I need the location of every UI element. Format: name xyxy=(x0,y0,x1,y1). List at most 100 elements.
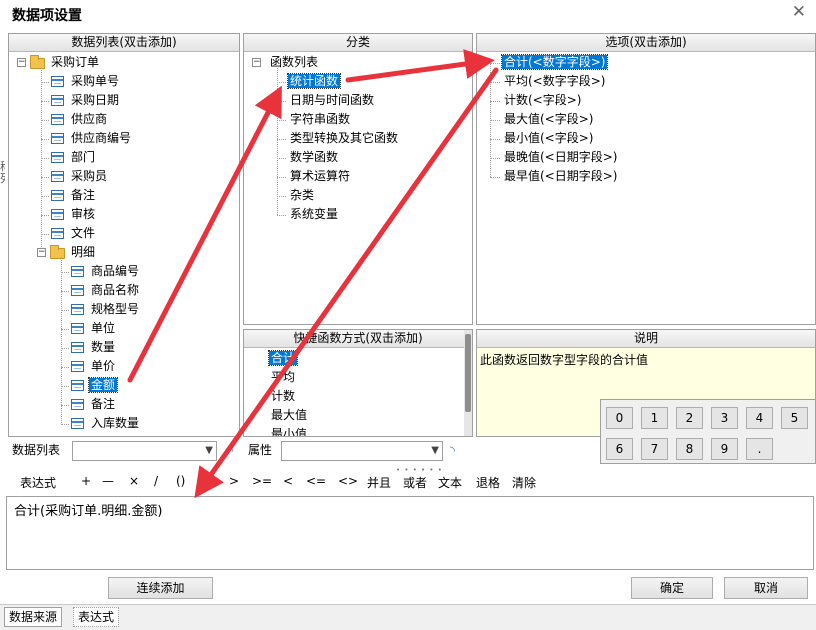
field-list-panel: 数据列表(双击添加) − 采购订单 采购单号 采购日期 供应商 供应商编号 部门 采购员 备注审… xyxy=(8,33,240,437)
fast-function-item[interactable]: 计数 xyxy=(269,387,297,406)
keypad-key[interactable]: 4 xyxy=(746,407,773,429)
option-item-label: 最小值(<字段>) xyxy=(504,131,594,145)
option-item[interactable]: 最早值(<日期字段>) xyxy=(502,167,619,186)
category-item[interactable]: 字符串函数 xyxy=(288,110,352,129)
refresh-icon[interactable]: ◝ xyxy=(228,444,233,459)
fast-function-scrollbar[interactable] xyxy=(464,330,472,436)
collapse-icon[interactable]: − xyxy=(37,248,46,257)
tree-root-purchase-order[interactable]: 采购订单 xyxy=(30,53,101,72)
tree-item-detail-field-label: 单价 xyxy=(91,359,116,373)
tree-line xyxy=(41,139,49,140)
operator-button[interactable]: + xyxy=(81,474,91,488)
tree-line xyxy=(277,66,278,215)
operator-button[interactable]: <> xyxy=(338,474,358,488)
tree-item-field[interactable]: 审核 xyxy=(51,205,97,224)
tree-item-detail-field[interactable]: 单位 xyxy=(71,319,117,338)
tab-data-source[interactable]: 数据来源 xyxy=(4,607,63,627)
operator-button[interactable]: 并且 xyxy=(367,474,391,491)
fast-function-panel: 快捷函数方式(双击添加) 合计 平均 计数 最大值 最小值 xyxy=(243,329,473,437)
option-item[interactable]: 最小值(<字段>) xyxy=(502,129,595,148)
tree-line xyxy=(61,272,69,273)
category-panel: 分类 − 函数列表 统计函数 日期与时间函数 字符串函数 类型转换及其它函数 数学函数 算术运… xyxy=(243,33,473,325)
operator-button[interactable]: > xyxy=(229,474,239,488)
tree-line xyxy=(61,310,69,311)
tree-item-field[interactable]: 供应商 xyxy=(51,110,109,129)
keypad-key[interactable]: 2 xyxy=(676,407,703,429)
keypad-key[interactable]: 5 xyxy=(781,407,808,429)
collapse-icon[interactable]: − xyxy=(252,58,261,67)
property-select[interactable]: ▼ xyxy=(281,441,443,461)
tree-item-detail-field[interactable]: 金额 xyxy=(71,376,119,395)
tree-item-detail-field[interactable]: 单价 xyxy=(71,357,117,376)
option-item[interactable]: 最晚值(<日期字段>) xyxy=(502,148,619,167)
keypad-key[interactable]: 1 xyxy=(641,407,668,429)
operator-button[interactable]: >= xyxy=(252,474,272,488)
tree-item-field[interactable]: 采购员 xyxy=(51,167,109,186)
ok-button[interactable]: 确定 xyxy=(631,577,713,599)
category-item[interactable]: 算术运算符 xyxy=(288,167,352,186)
tree-item-detail-field[interactable]: 数量 xyxy=(71,338,117,357)
tree-item-detail-field[interactable]: 入库数量 xyxy=(71,414,141,433)
operator-button[interactable]: 文本 xyxy=(438,474,462,491)
operator-button[interactable]: × xyxy=(129,474,139,488)
operator-button[interactable]: 或者 xyxy=(403,474,427,491)
close-icon[interactable]: ✕ xyxy=(792,2,806,22)
option-item[interactable]: 计数(<字段>) xyxy=(502,91,583,110)
option-item[interactable]: 最大值(<字段>) xyxy=(502,110,595,129)
field-icon xyxy=(71,361,84,372)
tree-item-field-label: 采购单号 xyxy=(71,74,120,88)
option-item[interactable]: 平均(<数字字段>) xyxy=(502,72,607,91)
keypad-key[interactable]: 8 xyxy=(676,438,703,460)
tree-item-field[interactable]: 备注 xyxy=(51,186,97,205)
tree-item-field[interactable]: 采购单号 xyxy=(51,72,121,91)
operator-button[interactable]: — xyxy=(102,474,114,488)
fast-function-item[interactable]: 最大值 xyxy=(269,406,309,425)
tree-item-field[interactable]: 部门 xyxy=(51,148,97,167)
keypad-key[interactable]: 6 xyxy=(606,438,633,460)
operator-button[interactable]: < xyxy=(283,474,293,488)
tree-item-detail-field[interactable]: 商品编号 xyxy=(71,262,141,281)
collapse-icon[interactable]: − xyxy=(17,58,26,67)
expression-editor[interactable]: 合计(采购订单.明细.金额) xyxy=(6,496,814,570)
tree-item-field[interactable]: 采购日期 xyxy=(51,91,121,110)
continuous-add-button[interactable]: 连续添加 xyxy=(108,577,213,599)
tab-expression[interactable]: 表达式 xyxy=(73,607,120,627)
fast-function-item[interactable]: 平均 xyxy=(269,368,297,387)
keypad-key[interactable]: . xyxy=(746,438,773,460)
tree-item-field[interactable]: 供应商编号 xyxy=(51,129,133,148)
category-item[interactable]: 系统变量 xyxy=(288,205,340,224)
tree-item-detail-field-label: 金额 xyxy=(87,377,119,393)
tree-item-field[interactable]: 文件 xyxy=(51,224,97,243)
tree-item-detail-field[interactable]: 商品名称 xyxy=(71,281,141,300)
operator-button[interactable]: / xyxy=(154,474,158,488)
cancel-button[interactable]: 取消 xyxy=(724,577,808,599)
splitter-grip[interactable]: • • • • • • xyxy=(396,466,443,474)
operator-button[interactable]: <= xyxy=(306,474,326,488)
tree-line xyxy=(277,82,286,83)
scrollbar-thumb[interactable] xyxy=(465,334,471,412)
category-item[interactable]: 类型转换及其它函数 xyxy=(288,129,400,148)
datalist-select[interactable]: ▼ xyxy=(72,441,217,461)
category-item[interactable]: 日期与时间函数 xyxy=(288,91,376,110)
chevron-down-icon: ▼ xyxy=(431,445,439,456)
fast-function-item[interactable]: 合计 xyxy=(267,349,299,368)
category-item[interactable]: 统计函数 xyxy=(286,72,342,91)
operator-button[interactable]: () xyxy=(176,474,185,488)
category-item[interactable]: 杂类 xyxy=(288,186,316,205)
fast-function-item[interactable]: 最小值 xyxy=(269,425,309,436)
tree-item-detail-field[interactable]: 规格型号 xyxy=(71,300,141,319)
tree-group-detail[interactable]: 明细 xyxy=(50,243,97,262)
keypad-key[interactable]: 7 xyxy=(641,438,668,460)
option-item[interactable]: 合计(<数字字段>) xyxy=(500,53,609,72)
category-item[interactable]: 数学函数 xyxy=(288,148,340,167)
keypad-key[interactable]: 3 xyxy=(711,407,738,429)
keypad-key[interactable]: 9 xyxy=(711,438,738,460)
option-item-label: 最晚值(<日期字段>) xyxy=(504,150,618,164)
operator-button[interactable]: 退格 xyxy=(476,474,500,491)
operator-button[interactable]: 清除 xyxy=(512,474,536,491)
keypad-key[interactable]: 0 xyxy=(606,407,633,429)
tree-item-field-label: 采购日期 xyxy=(71,93,120,107)
tree-root-function-list[interactable]: 函数列表 xyxy=(268,53,320,72)
tree-item-field-label: 文件 xyxy=(71,226,96,240)
tree-item-detail-field[interactable]: 备注 xyxy=(71,395,117,414)
